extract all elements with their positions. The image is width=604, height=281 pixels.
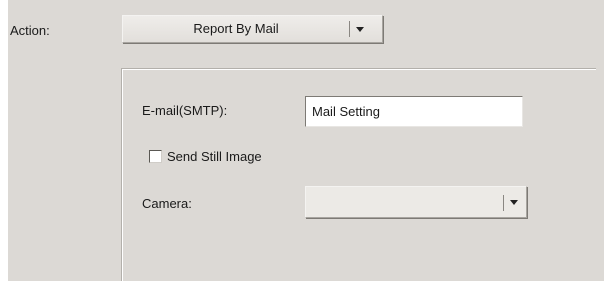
action-dropdown-value: Report By Mail	[193, 21, 279, 36]
send-still-image-label[interactable]: Send Still Image	[167, 149, 262, 165]
action-dropdown[interactable]: Report By Mail	[122, 15, 383, 43]
dropdown-separator	[503, 195, 504, 211]
camera-label: Camera:	[142, 196, 192, 211]
email-smtp-field[interactable]	[305, 96, 523, 127]
send-still-image-checkbox[interactable]	[149, 150, 162, 163]
dropdown-separator	[349, 21, 350, 37]
chevron-down-icon[interactable]	[353, 16, 367, 42]
camera-dropdown[interactable]	[305, 186, 527, 218]
action-label: Action:	[10, 23, 50, 38]
chevron-down-icon[interactable]	[507, 187, 521, 217]
email-smtp-label: E-mail(SMTP):	[142, 103, 228, 118]
